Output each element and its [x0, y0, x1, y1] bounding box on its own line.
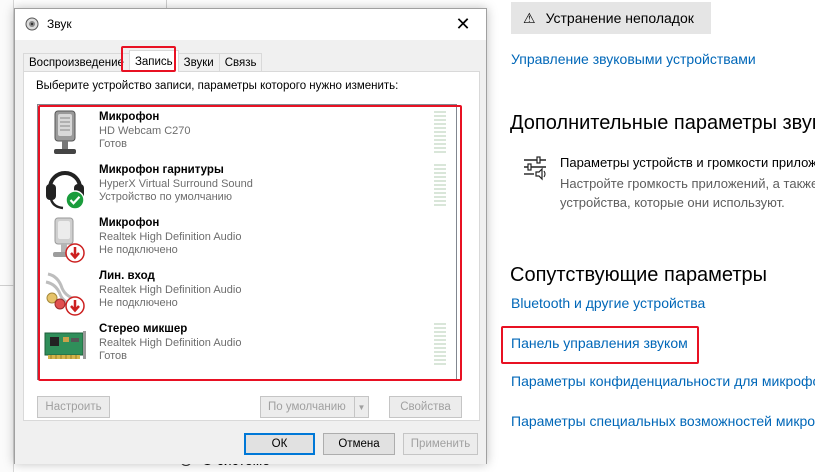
troubleshoot-button[interactable]: ⚠ Устранение неполадок — [511, 2, 711, 34]
close-icon: ✕ — [455, 14, 471, 34]
tab-sounds[interactable]: Звуки — [177, 53, 220, 72]
tab-communications[interactable]: Связь — [218, 53, 263, 72]
highlight-frame — [501, 326, 699, 364]
manage-sound-devices-link[interactable]: Управление звуковыми устройствами — [511, 51, 756, 67]
troubleshoot-label: Устранение неполадок — [545, 10, 694, 26]
app-volume-icon — [524, 156, 546, 181]
related-settings-heading: Сопутствующие параметры — [510, 264, 768, 286]
set-default-button[interactable]: По умолчанию ▼ — [260, 396, 369, 418]
dialog-client-area: Воспроизведение Запись Звуки Связь Выбер… — [15, 40, 486, 464]
instruction-text: Выберите устройство записи, параметры ко… — [36, 80, 399, 92]
app-volume-link[interactable]: Параметры устройств и громкости приложен… — [560, 155, 815, 170]
close-button[interactable]: ✕ — [440, 9, 486, 40]
dialog-title: Звук — [47, 17, 72, 31]
configure-button[interactable]: Настроить — [37, 396, 110, 418]
tab-playback[interactable]: Воспроизведение — [23, 53, 130, 72]
cancel-button[interactable]: Отмена — [323, 433, 395, 455]
app-volume-description: Настройте громкость приложений, а также — [560, 176, 815, 191]
recording-tab-panel: Выберите устройство записи, параметры ко… — [23, 71, 480, 421]
bluetooth-devices-link[interactable]: Bluetooth и другие устройства — [511, 295, 705, 311]
title-bar[interactable]: Звук ✕ — [15, 9, 486, 40]
speaker-icon — [25, 17, 39, 31]
sound-dialog: Звук ✕ Воспроизведение Запись Звуки Связ… — [14, 8, 487, 464]
set-default-label: По умолчанию — [268, 401, 346, 413]
properties-button[interactable]: Свойства — [389, 396, 462, 418]
mic-accessibility-link[interactable]: Параметры специальных возможностей микро… — [511, 413, 815, 429]
advanced-sound-heading: Дополнительные параметры звука — [510, 112, 815, 134]
ok-button[interactable]: ОК — [244, 433, 315, 455]
highlight-frame — [121, 46, 176, 72]
highlight-frame — [38, 105, 462, 381]
apply-button[interactable]: Применить — [403, 433, 478, 455]
chevron-down-icon[interactable]: ▼ — [354, 397, 368, 417]
mic-privacy-link[interactable]: Параметры конфиденциальности для микрофо… — [511, 373, 815, 389]
app-volume-description: устройства, которые они используют. — [560, 195, 785, 210]
settings-left-edge — [0, 0, 14, 472]
divider — [0, 285, 14, 286]
warning-icon: ⚠ — [523, 9, 536, 26]
